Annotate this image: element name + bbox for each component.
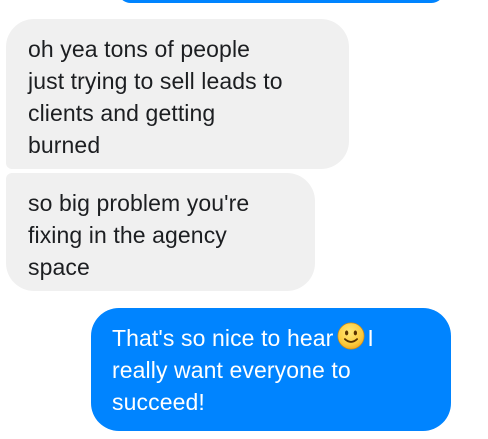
- message-text: I: [367, 325, 374, 351]
- incoming-message-bubble[interactable]: oh yea tons of people just trying to sel…: [6, 19, 349, 169]
- incoming-message-bubble[interactable]: so big problem you're fixing in the agen…: [6, 173, 315, 291]
- message-line: succeed!: [112, 389, 205, 415]
- message-line: clients and getting: [28, 100, 216, 126]
- message-line: so big problem you're: [28, 190, 250, 216]
- outgoing-message-bubble[interactable]: That's so nice to hear I really want eve…: [91, 308, 451, 431]
- message-line: just trying to sell leads to: [28, 68, 283, 94]
- message-line: really want everyone to: [112, 357, 351, 383]
- message-line: fixing in the agency: [28, 222, 227, 248]
- message-line: oh yea tons of people: [28, 36, 251, 62]
- message-thread: oh yea tons of people just trying to sel…: [0, 0, 488, 439]
- message-line: burned: [28, 132, 101, 158]
- message-line: That's so nice to hear I: [112, 322, 435, 354]
- message-line: space: [28, 254, 90, 280]
- previous-outgoing-message-bubble[interactable]: [118, 0, 444, 3]
- message-text: That's so nice to hear: [112, 325, 334, 351]
- slightly-smiling-face-icon: [337, 322, 365, 350]
